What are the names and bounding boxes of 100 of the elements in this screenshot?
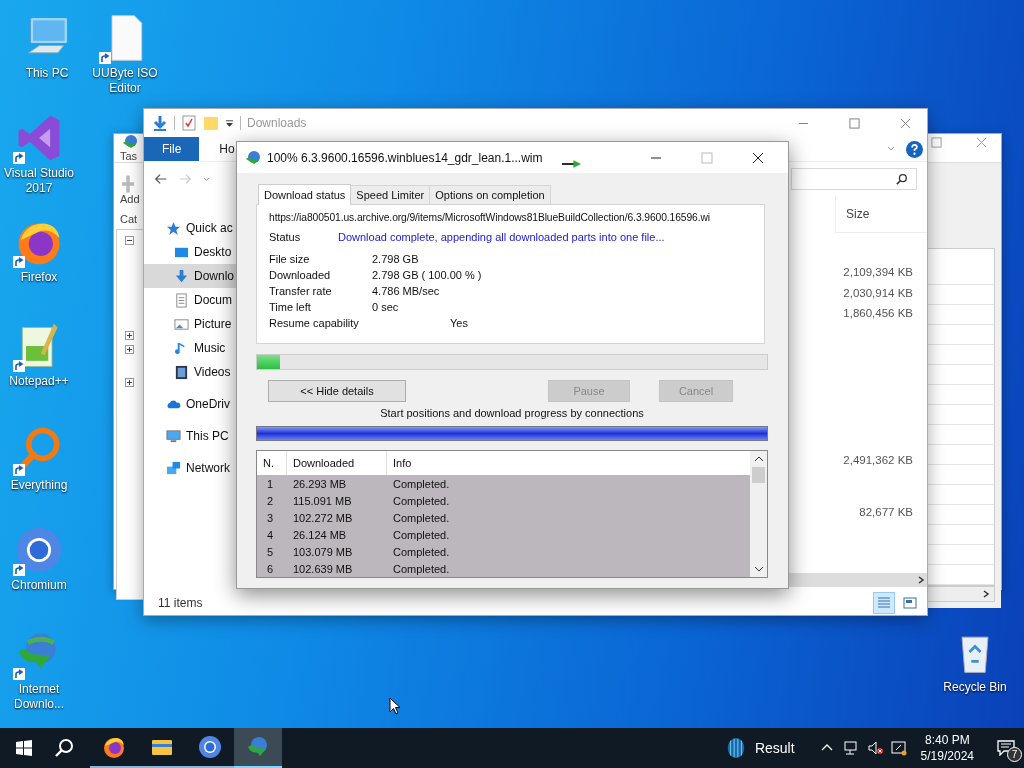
notification-count: 7 — [1007, 747, 1022, 762]
nav-item[interactable]: OneDriv — [144, 392, 237, 416]
network-icon — [166, 460, 181, 476]
table-cell-text: Completed. — [392, 562, 451, 575]
help-icon[interactable] — [906, 140, 923, 158]
add-button[interactable]: Add — [120, 193, 144, 205]
notifications-button[interactable]: 7 — [988, 728, 1024, 768]
globe-icon — [245, 149, 261, 166]
chromium-icon — [198, 735, 222, 759]
document-icon — [174, 292, 189, 308]
nav-item[interactable]: Picture — [144, 312, 237, 336]
info-label: Resume capability — [269, 317, 360, 329]
chevron-down-icon[interactable] — [202, 174, 211, 184]
search-field[interactable] — [791, 168, 917, 190]
column-header[interactable]: Info — [387, 451, 750, 475]
file-size: 1,860,456 KB — [843, 306, 913, 321]
table-row[interactable]: 2 115.091 MB Completed. — [257, 492, 750, 509]
star-icon — [166, 220, 181, 236]
clock-time[interactable]: 8:40 PM — [924, 732, 970, 748]
nav-item[interactable]: Quick ac — [144, 216, 237, 240]
tree-expander-icon[interactable] — [125, 378, 134, 387]
table-row[interactable]: 4 26.124 MB Completed. — [257, 526, 750, 543]
clock-date[interactable]: 5/19/2024 — [920, 748, 974, 764]
windows-start-icon[interactable] — [16, 740, 32, 756]
nav-item[interactable]: This PC — [144, 424, 237, 448]
computer-icon — [166, 428, 181, 444]
table-cell-text: Completed. — [392, 494, 451, 507]
table-cell-text: 2 — [266, 494, 275, 507]
back-arrow-icon[interactable] — [154, 172, 168, 186]
tab[interactable]: Options on completion — [429, 185, 551, 204]
nav-item[interactable]: Downlo — [144, 264, 237, 288]
table-cell-text: 102.272 MB — [292, 511, 354, 524]
download-arrow-icon[interactable] — [152, 115, 168, 131]
table-cell-text: 115.091 MB — [292, 494, 353, 507]
window-title: Downloads — [247, 116, 307, 130]
ribbon-tab[interactable]: File — [144, 137, 200, 161]
tree-expander-icon[interactable] — [125, 345, 134, 354]
table-row[interactable]: 1 26.293 MB Completed. — [257, 475, 750, 492]
tab[interactable]: Download status — [258, 184, 352, 205]
weather-label[interactable]: Result — [754, 740, 795, 756]
speaker-icon[interactable] — [866, 740, 883, 756]
network-icon[interactable] — [842, 740, 859, 756]
status-message: Download complete, appending all downloaded parts into one file... — [338, 231, 665, 243]
table-cell-text: 26.124 MB — [292, 528, 348, 541]
table-cell-text: Completed. — [392, 511, 451, 524]
pictures-icon — [174, 316, 189, 332]
status-label: Status — [269, 231, 302, 243]
tree-expander-icon[interactable] — [125, 331, 134, 340]
arrow-icon — [562, 159, 581, 168]
info-label: Downloaded — [269, 269, 332, 281]
info-value: 0 sec — [372, 301, 399, 313]
table-row[interactable]: 6 102.639 MB Completed. — [257, 560, 750, 577]
table-cell-text: 103.079 MB — [292, 545, 354, 558]
videos-icon — [174, 364, 189, 380]
nav-item[interactable]: Deskto — [144, 240, 237, 264]
nav-item[interactable]: Videos — [144, 360, 237, 384]
scrollbar[interactable] — [750, 451, 767, 577]
close-icon[interactable] — [752, 151, 764, 164]
nav-item[interactable]: Docum — [144, 288, 237, 312]
table-cell-text: 102.639 MB — [292, 562, 354, 575]
table-cell-text: 5 — [266, 545, 275, 558]
info-value: 4.786 MB/sec — [372, 285, 440, 297]
info-label: Time left — [269, 301, 312, 313]
categories-label: Cat — [120, 213, 139, 225]
info-value: 2.798 GB — [372, 253, 419, 265]
mouse-cursor-icon — [389, 697, 401, 715]
table-cell-text: 4 — [266, 528, 275, 541]
toolbar-label[interactable]: Tas — [120, 150, 138, 162]
taskbar-app[interactable] — [234, 728, 282, 768]
table-row[interactable]: 5 103.079 MB Completed. — [257, 543, 750, 560]
globe-icon — [122, 134, 138, 150]
table-row[interactable]: 3 102.272 MB Completed. — [257, 509, 750, 526]
tab[interactable]: Speed Limiter — [350, 185, 431, 204]
download-url: https://ia800501.us.archive.org/9/items/MicrosoftWindows81BlueBuildCollection/6.3.9600.16596.wi — [269, 212, 711, 225]
scrollbar-thumb[interactable] — [752, 467, 765, 483]
connections-caption: Start positions and download progress by connections — [379, 407, 645, 421]
file-size: 2,491,362 KB — [843, 452, 913, 468]
scrollbar[interactable] — [787, 573, 927, 587]
scrollbar[interactable] — [927, 586, 995, 602]
search-icon[interactable] — [896, 173, 908, 185]
checklist-icon[interactable] — [181, 115, 197, 131]
table-cell-text: Completed. — [392, 528, 451, 541]
tree-expander-icon[interactable] — [125, 236, 134, 245]
message-icon — [997, 740, 1015, 756]
dropdown-icon[interactable] — [225, 118, 234, 128]
dialog-button[interactable]: << Hide details — [268, 380, 406, 402]
table-cell-text: 3 — [266, 511, 275, 524]
column-header[interactable]: Size — [846, 207, 870, 221]
item-count: 11 items — [158, 596, 203, 610]
info-label: Transfer rate — [269, 285, 333, 297]
info-value: Yes — [450, 317, 468, 329]
info-label: File size — [269, 253, 311, 265]
file-size: 2,109,394 KB — [843, 265, 913, 280]
desktop-icon-label[interactable]: Recycle Bin — [936, 680, 1014, 695]
search-icon[interactable] — [54, 738, 74, 758]
nav-item[interactable]: Music — [144, 336, 237, 360]
table-cell-text: 6 — [266, 562, 275, 575]
table-cell-text: Completed. — [392, 545, 451, 558]
file-size: 82,677 KB — [859, 505, 913, 520]
nav-item[interactable]: Network — [144, 456, 237, 480]
